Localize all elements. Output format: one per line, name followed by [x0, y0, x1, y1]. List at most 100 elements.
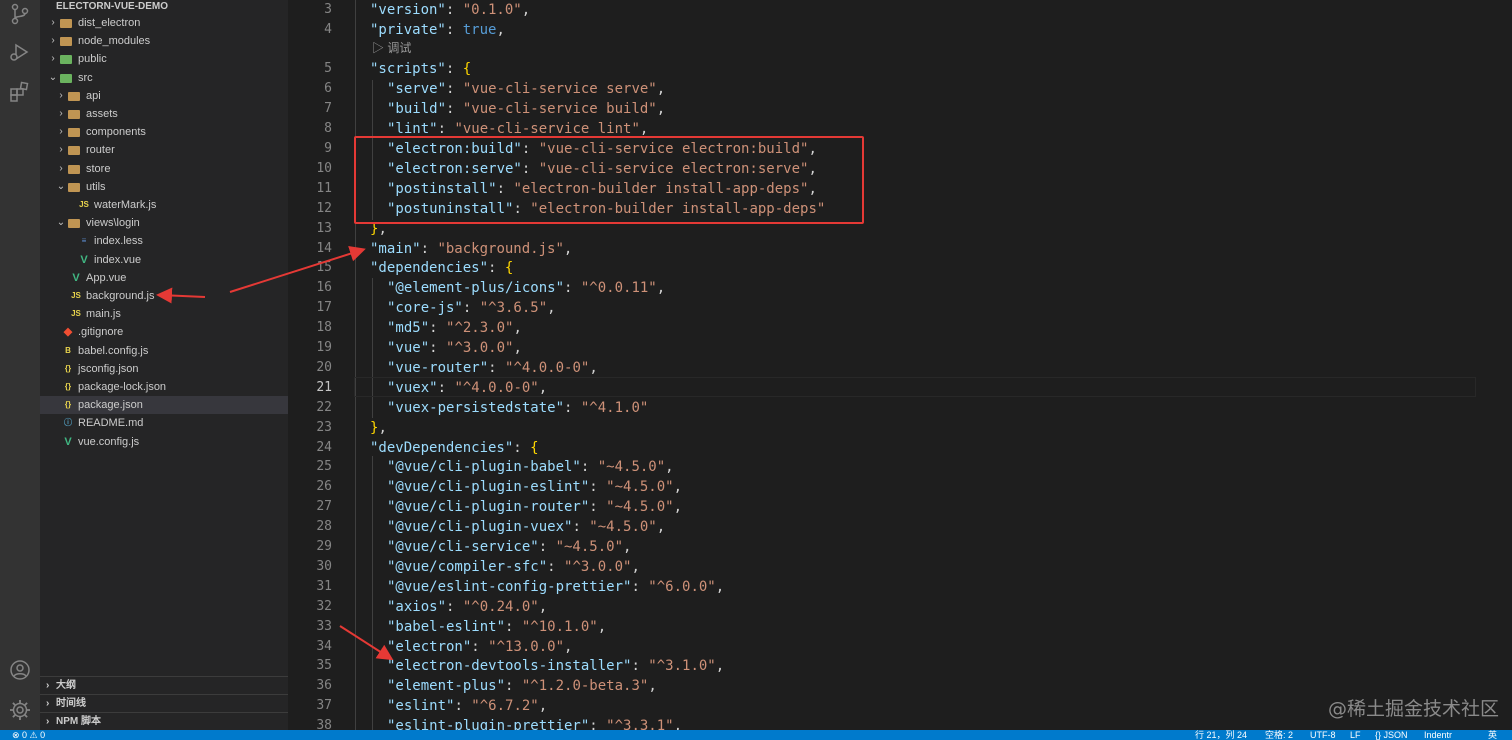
code-line[interactable]: 34 "electron": "^13.0.0", [288, 637, 1478, 657]
explorer-root-folder[interactable]: ELECTORN-VUE-DEMO [40, 0, 288, 13]
chevron-right-icon: › [51, 17, 55, 28]
chevron-right-icon: › [46, 680, 50, 691]
file-tree-item[interactable]: JS main.js [40, 305, 288, 323]
code-text: "version": "0.1.0", [370, 2, 531, 18]
code-line[interactable]: 15 "dependencies": { [288, 258, 1478, 278]
npm-scripts-panel-header[interactable]: › NPM 脚本 [40, 712, 288, 730]
file-tree-item[interactable]: V App.vue [40, 269, 288, 287]
account-icon[interactable] [8, 658, 32, 682]
eol-status[interactable]: LF [1350, 730, 1361, 740]
file-tree-item[interactable]: › router [40, 141, 288, 159]
file-tree-item[interactable]: › assets [40, 105, 288, 123]
source-control-icon[interactable] [8, 2, 32, 26]
code-line[interactable]: 29 "@vue/cli-service": "~4.5.0", [288, 537, 1478, 557]
file-tree-item[interactable]: › store [40, 160, 288, 178]
code-text: "@vue/cli-service": "~4.5.0", [387, 539, 632, 555]
debug-codelens[interactable]: ▷ 调试 [372, 39, 411, 57]
line-number: 25 [316, 459, 332, 475]
file-tree-item[interactable]: › public [40, 50, 288, 68]
code-line[interactable]: 23}, [288, 418, 1478, 438]
code-line[interactable]: 20 "vue-router": "^4.0.0-0", [288, 358, 1478, 378]
file-tree-item[interactable]: › dist_electron [40, 14, 288, 32]
cursor-position[interactable]: 行 21，列 24 [1195, 730, 1247, 740]
file-tree-item[interactable]: Vindex.vue [40, 251, 288, 269]
file-tree-item-label: router [86, 144, 115, 157]
code-line[interactable]: 28 "@vue/cli-plugin-vuex": "~4.5.0", [288, 517, 1478, 537]
json-file-icon: {} [64, 382, 72, 391]
file-tree-item[interactable]: {} jsconfig.json [40, 360, 288, 378]
watermark-text: @稀土掘金技术社区 [1328, 698, 1500, 720]
code-line[interactable]: 16 "@element-plus/icons": "^0.0.11", [288, 278, 1478, 298]
code-line[interactable]: 25 "@vue/cli-plugin-babel": "~4.5.0", [288, 457, 1478, 477]
code-line[interactable]: 17 "core-js": "^3.6.5", [288, 298, 1478, 318]
code-line[interactable]: 7 "build": "vue-cli-service build", [288, 99, 1478, 119]
timeline-panel-header[interactable]: › 时间线 [40, 694, 288, 713]
file-tree-item-label: assets [86, 108, 118, 120]
extensions-icon[interactable] [8, 80, 32, 104]
code-text: "electron": "^13.0.0", [387, 638, 573, 655]
code-line[interactable]: 21 "vuex": "^4.0.0-0", [288, 378, 1478, 398]
code-line[interactable]: 37 "eslint": "^6.7.2", [288, 696, 1478, 716]
line-number: 15 [316, 260, 332, 276]
file-tree-item[interactable]: ⓘ README.md [40, 414, 288, 432]
file-tree-item[interactable]: ≡ index.less [40, 232, 288, 250]
babel-file-icon: B [65, 345, 71, 355]
file-tree-item[interactable]: Bbabel.config.js [40, 342, 288, 360]
file-tree-item-label: api [86, 89, 101, 102]
git-file-icon: ◆ [63, 326, 73, 339]
file-tree-item[interactable]: › api [40, 87, 288, 105]
file-tree-item[interactable]: JS background.js [40, 287, 288, 305]
code-line[interactable]: 6 "serve": "vue-cli-service serve", [288, 79, 1478, 99]
file-tree-item[interactable]: ◆ .gitignore [40, 323, 288, 341]
run-debug-icon[interactable] [8, 40, 32, 64]
code-line[interactable]: 32 "axios": "^0.24.0", [288, 597, 1478, 617]
indent-rainbow-status[interactable]: Indentr [1424, 730, 1452, 740]
line-number: 7 [324, 101, 332, 117]
code-text: "@vue/cli-plugin-vuex": "~4.5.0", [387, 519, 666, 536]
folder-icon [68, 182, 80, 192]
code-line[interactable]: 5 "scripts": { [288, 59, 1478, 79]
code-text: "devDependencies": { [370, 439, 539, 456]
language-mode[interactable]: {} JSON [1375, 730, 1408, 740]
code-line[interactable]: 3 "version": "0.1.0", [288, 0, 1478, 20]
code-line[interactable]: 30 "@vue/compiler-sfc": "^3.0.0", [288, 557, 1478, 577]
code-line[interactable]: 24 "devDependencies": { [288, 438, 1478, 458]
folder-icon [68, 164, 80, 174]
outline-panel-header[interactable]: › 大纲 [40, 676, 288, 695]
line-number: 22 [316, 399, 332, 415]
javascript-file-icon: JS [79, 200, 89, 209]
code-line[interactable]: 22 "vuex-persistedstate": "^4.1.0" [288, 398, 1478, 418]
file-tree-item[interactable]: JS waterMark.js [40, 196, 288, 214]
code-line[interactable]: 36 "element-plus": "^1.2.0-beta.3", [288, 676, 1478, 696]
problems-indicator[interactable]: ⊗ 0 ⚠ 0 [12, 730, 45, 740]
code-line[interactable]: 14 "main": "background.js", [288, 239, 1478, 259]
line-number: 17 [316, 300, 332, 316]
code-line[interactable]: 31 "@vue/eslint-config-prettier": "^6.0.0… [288, 577, 1478, 597]
file-tree-item-label: .gitignore [78, 326, 124, 339]
code-line[interactable]: 18 "md5": "^2.3.0", [288, 318, 1478, 338]
settings-gear-icon[interactable] [8, 698, 32, 722]
indentation-status[interactable]: 空格: 2 [1265, 730, 1293, 740]
file-tree-item-label: index.less [94, 235, 143, 248]
code-line[interactable]: 19 "vue": "^3.0.0", [288, 338, 1478, 358]
file-tree-item[interactable]: ⌄ views\login [40, 214, 288, 232]
code-line[interactable]: 33 "babel-eslint": "^10.1.0", [288, 617, 1478, 637]
file-tree-item[interactable]: {} package.json [40, 396, 288, 415]
file-tree-item-label: waterMark.js [94, 199, 157, 211]
code-text: "axios": "^0.24.0", [387, 598, 548, 615]
encoding-status[interactable]: UTF-8 [1310, 730, 1336, 740]
code-line[interactable]: 35 "electron-devtools-installer": "^3.1.0… [288, 656, 1478, 676]
code-line[interactable]: 27 "@vue/cli-plugin-router": "~4.5.0", [288, 497, 1478, 517]
code-line[interactable]: 4 "private": true, [288, 20, 1478, 40]
file-tree-item[interactable]: › components [40, 123, 288, 141]
file-tree-item[interactable]: {} package-lock.json [40, 378, 288, 396]
file-tree-item[interactable]: › node_modules [40, 32, 288, 50]
file-tree-item[interactable]: ⌄ utils [40, 178, 288, 196]
ime-status[interactable]: 英 [1488, 730, 1497, 740]
code-editor[interactable]: 3 "version": "0.1.0", 4 "private": true, 5 "s… [288, 0, 1512, 730]
code-line[interactable]: 38 "eslint-plugin-prettier": "^3.3.1", [288, 716, 1478, 730]
code-line[interactable]: 26 "@vue/cli-plugin-eslint": "~4.5.0", [288, 477, 1478, 497]
file-tree-item[interactable]: ⌄ src [40, 69, 288, 87]
markdown-file-icon: ⓘ [64, 418, 72, 428]
file-tree-item[interactable]: Vvue.config.js [40, 433, 288, 451]
